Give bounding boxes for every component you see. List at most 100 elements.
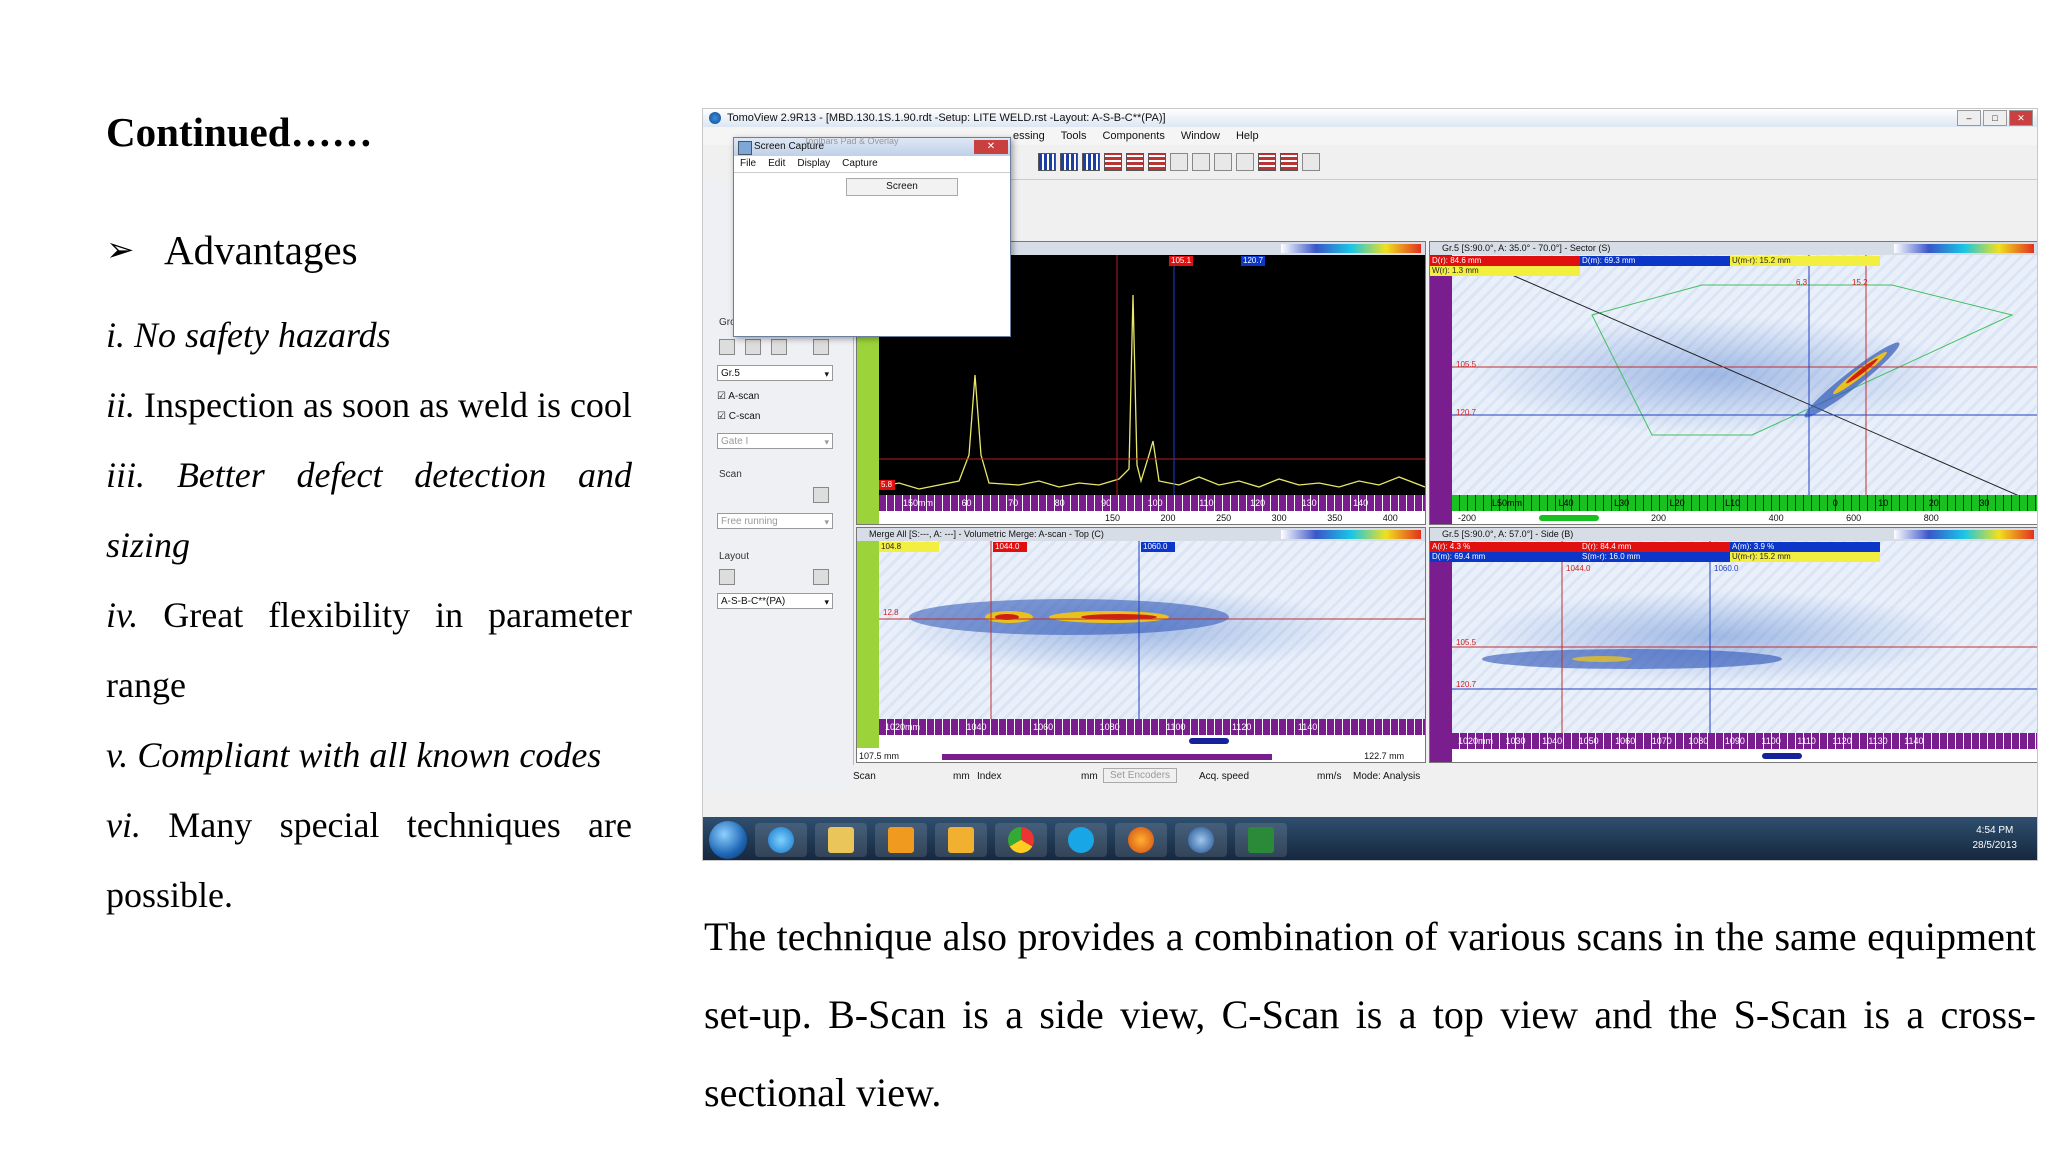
tool-icon[interactable] (1258, 153, 1276, 171)
list-text: Inspection as soon as weld is cool (144, 385, 632, 425)
layout-grid-icon[interactable] (1082, 153, 1100, 171)
list-numeral: v. (106, 735, 129, 775)
layout-load-icon[interactable] (719, 569, 735, 585)
panel-button-icon[interactable] (719, 339, 735, 355)
sscan-readout-wr: W(r): 1.3 mm (1430, 266, 1580, 276)
tick-label: 120 (1250, 498, 1266, 508)
tick-label: 1140 (1904, 736, 1924, 746)
menu-processing[interactable]: essing (1013, 130, 1045, 142)
minimize-icon[interactable]: – (1957, 110, 1981, 126)
tick-label: 1100 (1166, 722, 1186, 732)
layout-red-icon[interactable] (1126, 153, 1144, 171)
cscan-label-2: 12.8 (883, 608, 899, 617)
set-encoders-button[interactable]: Set Encoders (1103, 768, 1178, 783)
explorer-icon[interactable] (815, 823, 867, 857)
media-player-icon[interactable] (875, 823, 927, 857)
group-select[interactable]: Gr.5 (717, 365, 833, 382)
tick-label: 80 (1054, 498, 1065, 508)
menu-help[interactable]: Help (1236, 130, 1259, 142)
dialog-menu-file[interactable]: File (740, 156, 756, 172)
zoom-icon[interactable] (1192, 153, 1210, 171)
tick-label: L30 (1614, 498, 1630, 508)
tick-label: 20 (1928, 498, 1939, 508)
cscan-scroll-thumb[interactable] (1189, 738, 1229, 744)
outlook-icon[interactable] (935, 823, 987, 857)
list-numeral: iv. (106, 595, 139, 635)
layout-red-icon[interactable] (1104, 153, 1122, 171)
excel-icon[interactable] (1235, 823, 1287, 857)
bscan-readout-am: A(m): 3.9 % (1730, 542, 1880, 552)
zoom-icon[interactable] (1170, 153, 1188, 171)
status-index: Index (977, 771, 1002, 782)
panel-button-icon[interactable] (771, 339, 787, 355)
ascan-gate-marker: 5.8 (879, 480, 895, 490)
skype-icon[interactable] (1055, 823, 1107, 857)
tick-label: 350 (1327, 513, 1343, 523)
tick-label: 1060 (1033, 722, 1054, 732)
ascan-bottom-ruler: 150 200 250 300 350 400 (879, 511, 1425, 524)
tomoview-icon[interactable] (1175, 823, 1227, 857)
cscan-checkbox-label: C-scan (728, 411, 761, 422)
dialog-menu-display[interactable]: Display (797, 156, 830, 172)
chrome-icon[interactable] (995, 823, 1047, 857)
cscan-pane[interactable]: Merge All [S:---, A: ---] - Volumetric M… (856, 527, 1426, 763)
list-item: i. No safety hazards (106, 300, 632, 370)
layout-grid-icon[interactable] (1038, 153, 1056, 171)
dialog-menu-edit[interactable]: Edit (768, 156, 785, 172)
tick-label: 130 (1301, 498, 1317, 508)
bscan-pane[interactable]: Gr.5 [S:90.0°, A: 57.0°] - Side (B) A(r)… (1429, 527, 2037, 763)
scan-settings-icon[interactable] (813, 487, 829, 503)
close-icon[interactable]: ✕ (2009, 110, 2033, 126)
tick-label: 1070 (1651, 736, 1672, 746)
list-item: v. Compliant with all known codes (106, 720, 632, 790)
maximize-icon[interactable]: □ (1983, 110, 2007, 126)
tick-label: 140 (1353, 498, 1369, 508)
menu-window[interactable]: Window (1181, 130, 1220, 142)
status-mode: Mode: Analysis (1353, 771, 1421, 782)
gate-select[interactable]: Gate I (717, 433, 833, 450)
tick-label: 1060 (1615, 736, 1636, 746)
window-controls: – □ ✕ (1957, 110, 2033, 126)
ascan-checkbox-label: A-scan (728, 391, 760, 402)
system-tray-clock[interactable]: 4:54 PM 28/5/2013 (1973, 823, 2018, 853)
tool-icon[interactable] (1280, 153, 1298, 171)
key-icon[interactable] (1302, 153, 1320, 171)
scan-select[interactable]: Free running (717, 513, 833, 530)
list-item: ii. Inspection as soon as weld is cool (106, 370, 632, 440)
tick-label: 600 (1846, 513, 1862, 523)
tick-label: L20 (1669, 498, 1685, 508)
tick-label: 800 (1923, 513, 1939, 523)
layout-select[interactable]: A-S-B-C**(PA) (717, 593, 833, 610)
screen-capture-button[interactable]: Screen (846, 178, 958, 196)
ascan-checkbox[interactable]: ☑ A-scan (717, 391, 759, 402)
ie-icon[interactable] (755, 823, 807, 857)
magnifier-icon[interactable] (1236, 153, 1254, 171)
sscan-scrollbar[interactable] (1538, 515, 1599, 521)
menu-tools[interactable]: Tools (1061, 130, 1087, 142)
panel-button-icon[interactable] (745, 339, 761, 355)
menu-components[interactable]: Components (1102, 130, 1164, 142)
cscan-checkbox[interactable]: ☑ C-scan (717, 411, 760, 422)
start-button-icon[interactable] (709, 821, 747, 859)
layout-label: Layout (719, 551, 750, 562)
layout-red-icon[interactable] (1148, 153, 1166, 171)
cscan-range-slider[interactable] (941, 753, 1272, 760)
cscan-title: Merge All [S:---, A: ---] - Volumetric M… (857, 528, 1425, 541)
dialog-menu-capture[interactable]: Capture (842, 156, 878, 172)
magnifier-icon[interactable] (1214, 153, 1232, 171)
tick-label: 1030 (1505, 736, 1526, 746)
layout-save-icon[interactable] (813, 569, 829, 585)
sscan-title: Gr.5 [S:90.0°, A: 35.0° - 70.0°] - Secto… (1430, 242, 2037, 255)
tick-label: 400 (1768, 513, 1784, 523)
list-text: Many special techniques are possible. (106, 805, 632, 915)
tick-label: 200 (1651, 513, 1667, 523)
firefox-icon[interactable] (1115, 823, 1167, 857)
tick-label: 1140 (1297, 722, 1318, 732)
bscan-scroll-thumb[interactable] (1762, 753, 1802, 759)
bscan-image (1452, 541, 2037, 733)
tick-label: 1040 (966, 722, 987, 732)
dialog-close-icon[interactable]: ✕ (974, 140, 1008, 154)
panel-button-icon[interactable] (813, 339, 829, 355)
layout-grid-icon[interactable] (1060, 153, 1078, 171)
sscan-pane[interactable]: Gr.5 [S:90.0°, A: 35.0° - 70.0°] - Secto… (1429, 241, 2037, 525)
